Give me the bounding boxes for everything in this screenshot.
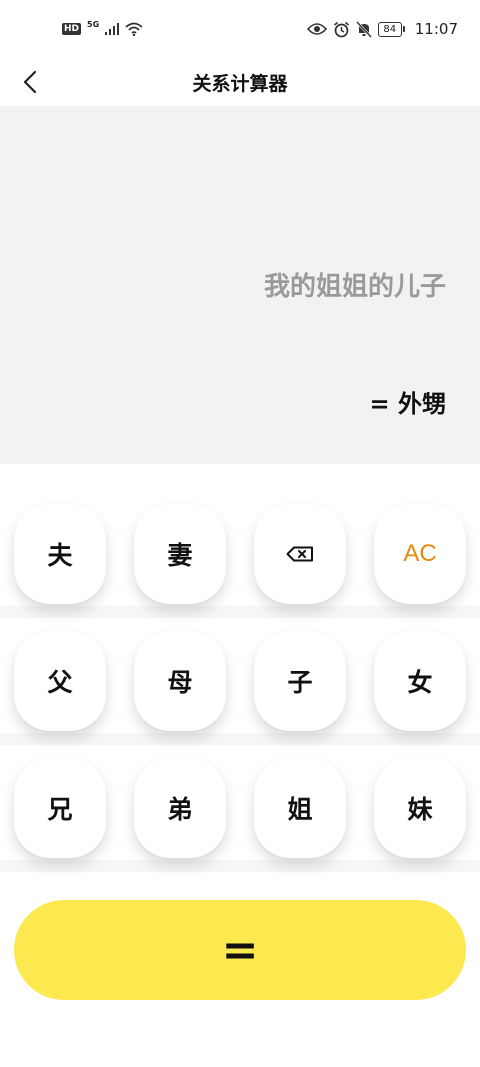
key-younger-sister[interactable]: 妹 [374, 758, 466, 858]
key-younger-brother[interactable]: 弟 [134, 758, 226, 858]
key-elder-sister[interactable]: 姐 [254, 758, 346, 858]
clear-button[interactable]: AC [374, 504, 466, 604]
calculator-display: 我的姐姐的儿子 = 外甥 [0, 106, 480, 464]
expression-text: 我的姐姐的儿子 [263, 272, 446, 302]
mute-icon [355, 20, 372, 38]
eye-icon [306, 23, 327, 35]
equals-button[interactable]: = [14, 900, 466, 1000]
status-bar: HD 5G 84 11:07 [0, 0, 480, 58]
key-row-3: 兄 弟 姐 妹 [0, 758, 480, 872]
battery-indicator: 84 [377, 21, 405, 37]
key-wife[interactable]: 妻 [134, 504, 226, 604]
wifi-icon [125, 22, 143, 36]
alarm-icon [333, 21, 349, 37]
key-son[interactable]: 子 [254, 631, 346, 731]
battery-tip [402, 26, 405, 32]
key-mother[interactable]: 母 [134, 631, 226, 731]
status-time: 11:07 [414, 20, 458, 38]
backspace-button[interactable] [254, 504, 346, 604]
key-father[interactable]: 父 [14, 631, 106, 731]
backspace-icon [286, 546, 313, 562]
key-row-2: 父 母 子 女 [0, 631, 480, 745]
key-husband[interactable]: 夫 [14, 504, 106, 604]
result-text: = 外甥 [369, 390, 446, 418]
status-left: HD 5G [62, 19, 143, 36]
keypad: 夫 妻 AC 父 母 子 女 兄 弟 姐 妹 [0, 464, 480, 874]
page-title: 关系计算器 [192, 72, 288, 95]
key-elder-brother[interactable]: 兄 [14, 758, 106, 858]
back-icon [23, 70, 37, 94]
status-right: 84 11:07 [306, 20, 458, 38]
key-daughter[interactable]: 女 [374, 631, 466, 731]
battery-level: 84 [377, 21, 402, 37]
hd-badge: HD [62, 23, 82, 35]
signal-icon [105, 23, 120, 35]
key-row-1: 夫 妻 AC [0, 504, 480, 618]
back-button[interactable] [10, 62, 50, 102]
network-badge: 5G [87, 19, 100, 29]
app-header: 关系计算器 [0, 58, 480, 106]
